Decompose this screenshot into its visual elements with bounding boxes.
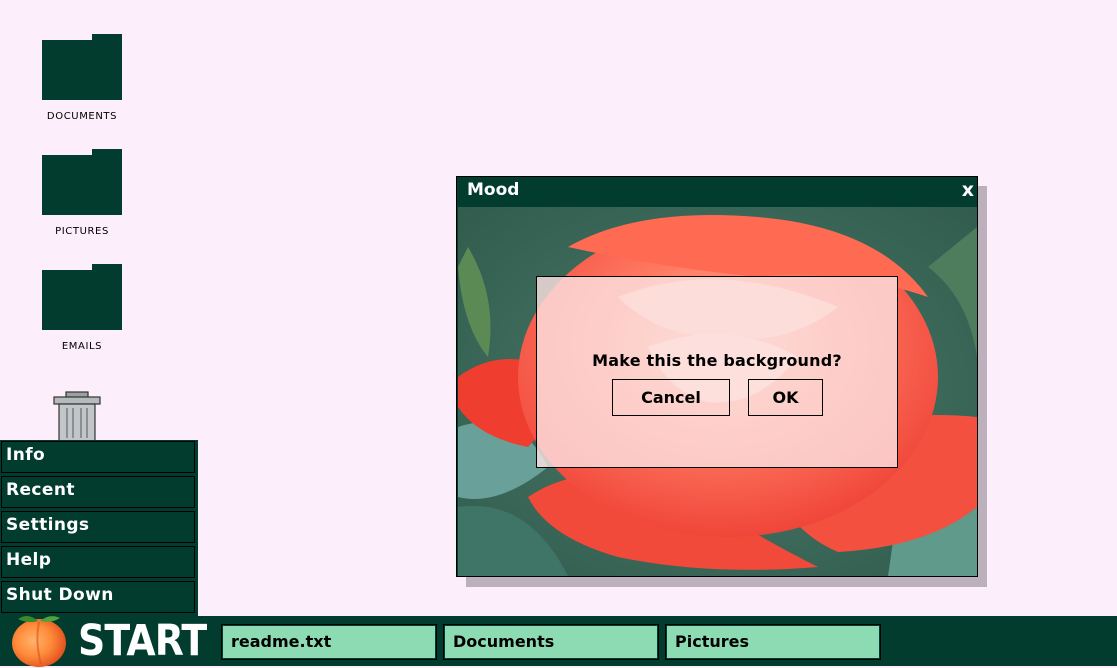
confirm-dialog: Make this the background? Cancel OK	[536, 276, 898, 468]
folder-icon	[42, 34, 122, 100]
desktop-icon-pictures[interactable]: PICTURES	[30, 149, 134, 237]
start-menu: Info Recent Settings Help Shut Down	[0, 440, 198, 616]
desktop-icon-label: EMAILS	[61, 341, 103, 352]
taskbar-item-documents[interactable]: Documents	[443, 624, 659, 660]
ok-button[interactable]: OK	[748, 379, 823, 416]
taskbar-item-pictures[interactable]: Pictures	[665, 624, 881, 660]
folder-icon	[42, 264, 122, 330]
desktop-icon-documents[interactable]: DOCUMENTS	[30, 34, 134, 122]
folder-icon	[42, 149, 122, 215]
start-menu-shut-down[interactable]: Shut Down	[1, 581, 195, 613]
desktop-icon-label: PICTURES	[55, 226, 109, 237]
start-menu-info[interactable]: Info	[1, 441, 195, 473]
desktop-icon-label: DOCUMENTS	[46, 111, 118, 122]
dialog-message: Make this the background?	[592, 351, 842, 370]
cancel-button[interactable]: Cancel	[612, 379, 730, 416]
start-button[interactable]: START	[0, 615, 207, 667]
taskbar-item-readme[interactable]: readme.txt	[221, 624, 437, 660]
window-title: Mood	[467, 180, 520, 200]
start-menu-settings[interactable]: Settings	[1, 511, 195, 543]
start-menu-recent[interactable]: Recent	[1, 476, 195, 508]
desktop-icon-emails[interactable]: EMAILS	[30, 264, 134, 352]
start-menu-help[interactable]: Help	[1, 546, 195, 578]
close-button[interactable]: x	[962, 179, 974, 201]
trash-icon[interactable]	[52, 391, 102, 442]
start-label: START	[78, 616, 207, 666]
taskbar: START readme.txt Documents Pictures	[0, 615, 1117, 667]
peach-icon	[12, 615, 66, 667]
